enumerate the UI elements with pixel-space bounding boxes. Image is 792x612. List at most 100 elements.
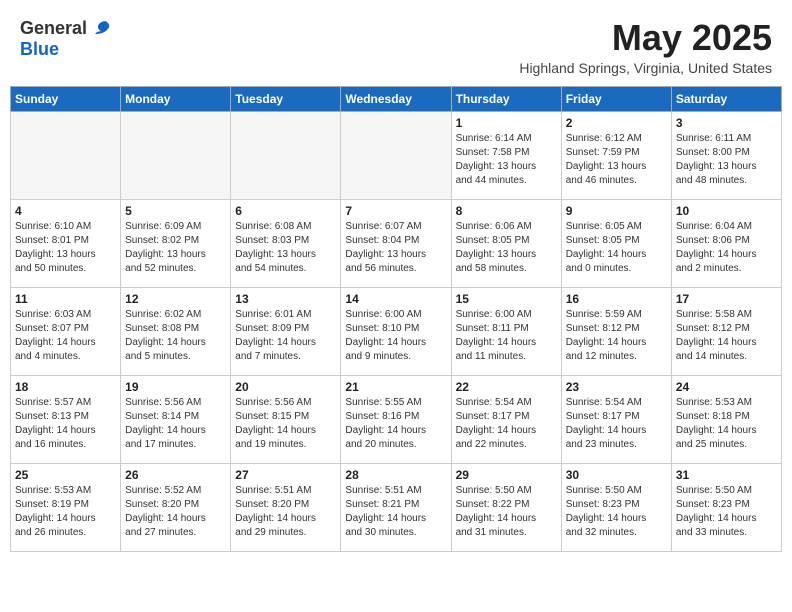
calendar-cell: 6Sunrise: 6:08 AM Sunset: 8:03 PM Daylig… xyxy=(231,199,341,287)
day-number: 26 xyxy=(125,468,226,482)
calendar-week-row-5: 25 Sunrise: 5:53 AM Sunset: 8:19 PM Dayli… xyxy=(11,463,782,551)
calendar-cell: 30Sunrise: 5:50 AM Sunset: 8:23 PM Dayli… xyxy=(561,463,671,551)
logo-blue: Blue xyxy=(20,39,111,60)
day-number: 6 xyxy=(235,204,336,218)
day-info: Sunrise: 5:55 AM Sunset: 8:16 PM Dayligh… xyxy=(345,396,446,452)
day-number: 10 xyxy=(676,204,777,218)
calendar-cell xyxy=(11,111,121,199)
day-number: 28 xyxy=(345,468,446,482)
title-area: May 2025 Highland Springs, Virginia, Uni… xyxy=(519,18,772,76)
calendar-cell: 12Sunrise: 6:02 AM Sunset: 8:08 PM Dayli… xyxy=(121,287,231,375)
calendar-cell: 10 Sunrise: 6:04 AM Sunset: 8:06 PM Dayli… xyxy=(671,199,781,287)
day-info: Sunrise: 5:56 AM Sunset: 8:14 PM Dayligh… xyxy=(125,396,226,452)
day-number: 16 xyxy=(566,292,667,306)
day-number: 29 xyxy=(456,468,557,482)
day-number: 2 xyxy=(566,116,667,130)
day-number: 9 xyxy=(566,204,667,218)
calendar-week-row-2: 4 Sunrise: 6:10 AM Sunset: 8:01 PM Daylig… xyxy=(11,199,782,287)
day-info: Sunrise: 5:50 AM Sunset: 8:23 PM Dayligh… xyxy=(676,484,777,540)
calendar-cell: 14 Sunrise: 6:00 AM Sunset: 8:10 PM Dayli… xyxy=(341,287,451,375)
calendar-table: Sunday Monday Tuesday Wednesday Thursday… xyxy=(10,86,782,552)
calendar-cell: 27Sunrise: 5:51 AM Sunset: 8:20 PM Dayli… xyxy=(231,463,341,551)
calendar-cell: 29 Sunrise: 5:50 AM Sunset: 8:22 PM Dayli… xyxy=(451,463,561,551)
day-info: Sunrise: 6:06 AM Sunset: 8:05 PM Dayligh… xyxy=(456,220,557,276)
day-info: Sunrise: 6:04 AM Sunset: 8:06 PM Dayligh… xyxy=(676,220,777,276)
header-thursday: Thursday xyxy=(451,86,561,111)
day-number: 14 xyxy=(345,292,446,306)
day-info: Sunrise: 5:59 AM Sunset: 8:12 PM Dayligh… xyxy=(566,308,667,364)
day-info: Sunrise: 5:57 AM Sunset: 8:13 PM Dayligh… xyxy=(15,396,116,452)
day-number: 25 xyxy=(15,468,116,482)
calendar-cell: 9 Sunrise: 6:05 AM Sunset: 8:05 PM Daylig… xyxy=(561,199,671,287)
logo-general: General xyxy=(20,18,87,39)
header: General Blue May 2025 Highland Springs, … xyxy=(10,10,782,80)
header-saturday: Saturday xyxy=(671,86,781,111)
day-number: 4 xyxy=(15,204,116,218)
calendar-cell: 20 Sunrise: 5:56 AM Sunset: 8:15 PM Dayli… xyxy=(231,375,341,463)
calendar-cell: 5Sunrise: 6:09 AM Sunset: 8:02 PM Daylig… xyxy=(121,199,231,287)
day-number: 11 xyxy=(15,292,116,306)
day-number: 13 xyxy=(235,292,336,306)
calendar-week-row-4: 18 Sunrise: 5:57 AM Sunset: 8:13 PM Dayli… xyxy=(11,375,782,463)
calendar-cell: 26 Sunrise: 5:52 AM Sunset: 8:20 PM Dayli… xyxy=(121,463,231,551)
logo: General Blue xyxy=(20,18,111,60)
day-info: Sunrise: 5:52 AM Sunset: 8:20 PM Dayligh… xyxy=(125,484,226,540)
day-info: Sunrise: 5:50 AM Sunset: 8:22 PM Dayligh… xyxy=(456,484,557,540)
day-number: 20 xyxy=(235,380,336,394)
calendar-cell: 1 Sunrise: 6:14 AM Sunset: 7:58 PM Daylig… xyxy=(451,111,561,199)
day-info: Sunrise: 6:10 AM Sunset: 8:01 PM Dayligh… xyxy=(15,220,116,276)
calendar-cell: 16 Sunrise: 5:59 AM Sunset: 8:12 PM Dayli… xyxy=(561,287,671,375)
day-info: Sunrise: 5:54 AM Sunset: 8:17 PM Dayligh… xyxy=(456,396,557,452)
calendar-cell: 23Sunrise: 5:54 AM Sunset: 8:17 PM Dayli… xyxy=(561,375,671,463)
day-info: Sunrise: 5:56 AM Sunset: 8:15 PM Dayligh… xyxy=(235,396,336,452)
day-info: Sunrise: 6:03 AM Sunset: 8:07 PM Dayligh… xyxy=(15,308,116,364)
day-number: 23 xyxy=(566,380,667,394)
calendar-cell: 8Sunrise: 6:06 AM Sunset: 8:05 PM Daylig… xyxy=(451,199,561,287)
day-info: Sunrise: 6:14 AM Sunset: 7:58 PM Dayligh… xyxy=(456,132,557,188)
day-info: Sunrise: 6:07 AM Sunset: 8:04 PM Dayligh… xyxy=(345,220,446,276)
header-monday: Monday xyxy=(121,86,231,111)
day-number: 7 xyxy=(345,204,446,218)
day-info: Sunrise: 5:53 AM Sunset: 8:19 PM Dayligh… xyxy=(15,484,116,540)
day-info: Sunrise: 5:58 AM Sunset: 8:12 PM Dayligh… xyxy=(676,308,777,364)
day-info: Sunrise: 6:02 AM Sunset: 8:08 PM Dayligh… xyxy=(125,308,226,364)
header-sunday: Sunday xyxy=(11,86,121,111)
calendar-cell xyxy=(121,111,231,199)
day-number: 21 xyxy=(345,380,446,394)
calendar-cell xyxy=(231,111,341,199)
calendar-cell: 13 Sunrise: 6:01 AM Sunset: 8:09 PM Dayli… xyxy=(231,287,341,375)
day-number: 19 xyxy=(125,380,226,394)
calendar-cell: 19 Sunrise: 5:56 AM Sunset: 8:14 PM Dayli… xyxy=(121,375,231,463)
day-info: Sunrise: 6:01 AM Sunset: 8:09 PM Dayligh… xyxy=(235,308,336,364)
day-number: 1 xyxy=(456,116,557,130)
calendar-cell: 18 Sunrise: 5:57 AM Sunset: 8:13 PM Dayli… xyxy=(11,375,121,463)
calendar-cell: 17 Sunrise: 5:58 AM Sunset: 8:12 PM Dayli… xyxy=(671,287,781,375)
header-friday: Friday xyxy=(561,86,671,111)
logo-bird-icon xyxy=(89,20,111,38)
day-info: Sunrise: 5:51 AM Sunset: 8:21 PM Dayligh… xyxy=(345,484,446,540)
day-number: 17 xyxy=(676,292,777,306)
day-info: Sunrise: 6:11 AM Sunset: 8:00 PM Dayligh… xyxy=(676,132,777,188)
day-number: 18 xyxy=(15,380,116,394)
calendar-cell: 28 Sunrise: 5:51 AM Sunset: 8:21 PM Dayli… xyxy=(341,463,451,551)
calendar-week-row-3: 11 Sunrise: 6:03 AM Sunset: 8:07 PM Dayli… xyxy=(11,287,782,375)
day-info: Sunrise: 6:00 AM Sunset: 8:10 PM Dayligh… xyxy=(345,308,446,364)
calendar-cell: 2 Sunrise: 6:12 AM Sunset: 7:59 PM Daylig… xyxy=(561,111,671,199)
calendar-cell: 7 Sunrise: 6:07 AM Sunset: 8:04 PM Daylig… xyxy=(341,199,451,287)
day-number: 27 xyxy=(235,468,336,482)
calendar-cell: 22Sunrise: 5:54 AM Sunset: 8:17 PM Dayli… xyxy=(451,375,561,463)
day-number: 15 xyxy=(456,292,557,306)
title-month-year: May 2025 xyxy=(519,18,772,58)
calendar-cell: 25 Sunrise: 5:53 AM Sunset: 8:19 PM Dayli… xyxy=(11,463,121,551)
calendar-cell: 4 Sunrise: 6:10 AM Sunset: 8:01 PM Daylig… xyxy=(11,199,121,287)
calendar-cell: 21 Sunrise: 5:55 AM Sunset: 8:16 PM Dayli… xyxy=(341,375,451,463)
day-number: 30 xyxy=(566,468,667,482)
day-number: 3 xyxy=(676,116,777,130)
title-location: Highland Springs, Virginia, United State… xyxy=(519,60,772,76)
calendar-header-row: Sunday Monday Tuesday Wednesday Thursday… xyxy=(11,86,782,111)
calendar-week-row-1: 1 Sunrise: 6:14 AM Sunset: 7:58 PM Daylig… xyxy=(11,111,782,199)
day-number: 5 xyxy=(125,204,226,218)
day-info: Sunrise: 6:12 AM Sunset: 7:59 PM Dayligh… xyxy=(566,132,667,188)
header-tuesday: Tuesday xyxy=(231,86,341,111)
day-info: Sunrise: 6:05 AM Sunset: 8:05 PM Dayligh… xyxy=(566,220,667,276)
